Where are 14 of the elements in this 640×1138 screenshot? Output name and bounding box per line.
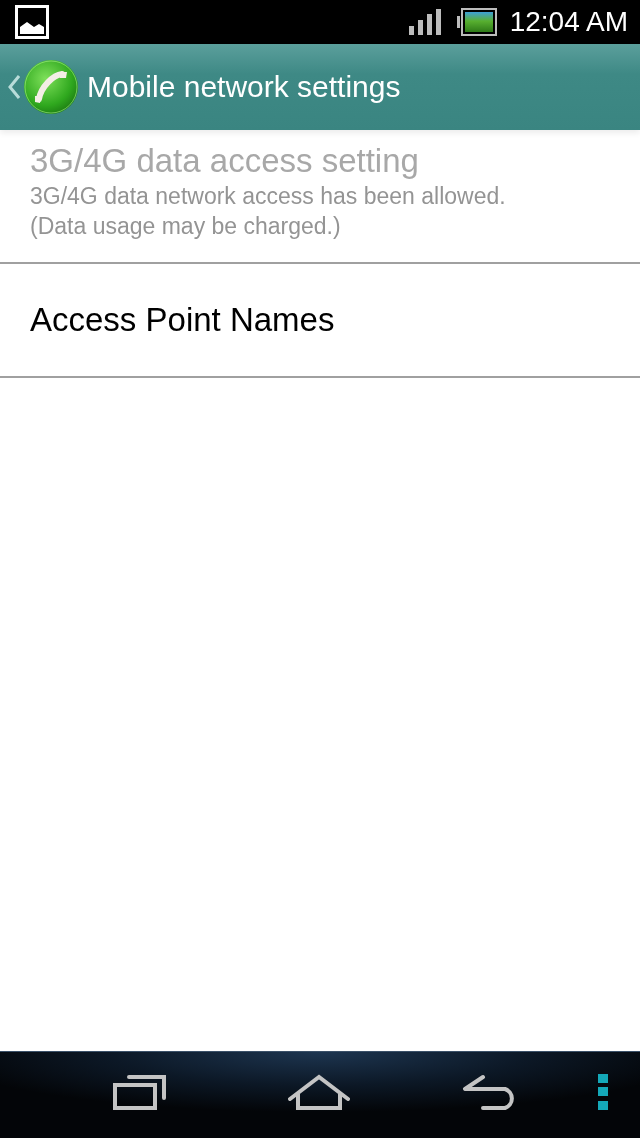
recent-apps-icon[interactable] bbox=[113, 1074, 167, 1110]
home-icon[interactable] bbox=[288, 1074, 350, 1110]
status-time: 12:04 AM bbox=[509, 6, 628, 38]
picture-icon bbox=[15, 5, 49, 39]
signal-icon bbox=[408, 9, 441, 35]
battery-icon bbox=[456, 8, 497, 36]
setting-title: 3G/4G data access setting bbox=[30, 141, 419, 181]
setting-title[interactable]: Access Point Names bbox=[30, 300, 335, 340]
screen-title: Mobile network settings bbox=[87, 69, 401, 105]
menu-icon[interactable] bbox=[598, 1074, 608, 1110]
phone-app-icon[interactable] bbox=[23, 59, 79, 115]
back-chevron-icon[interactable] bbox=[8, 75, 20, 99]
setting-summary: 3G/4G data network access has been allowed. (Data usage may be charged.) bbox=[30, 182, 506, 241]
back-icon[interactable] bbox=[461, 1074, 517, 1110]
